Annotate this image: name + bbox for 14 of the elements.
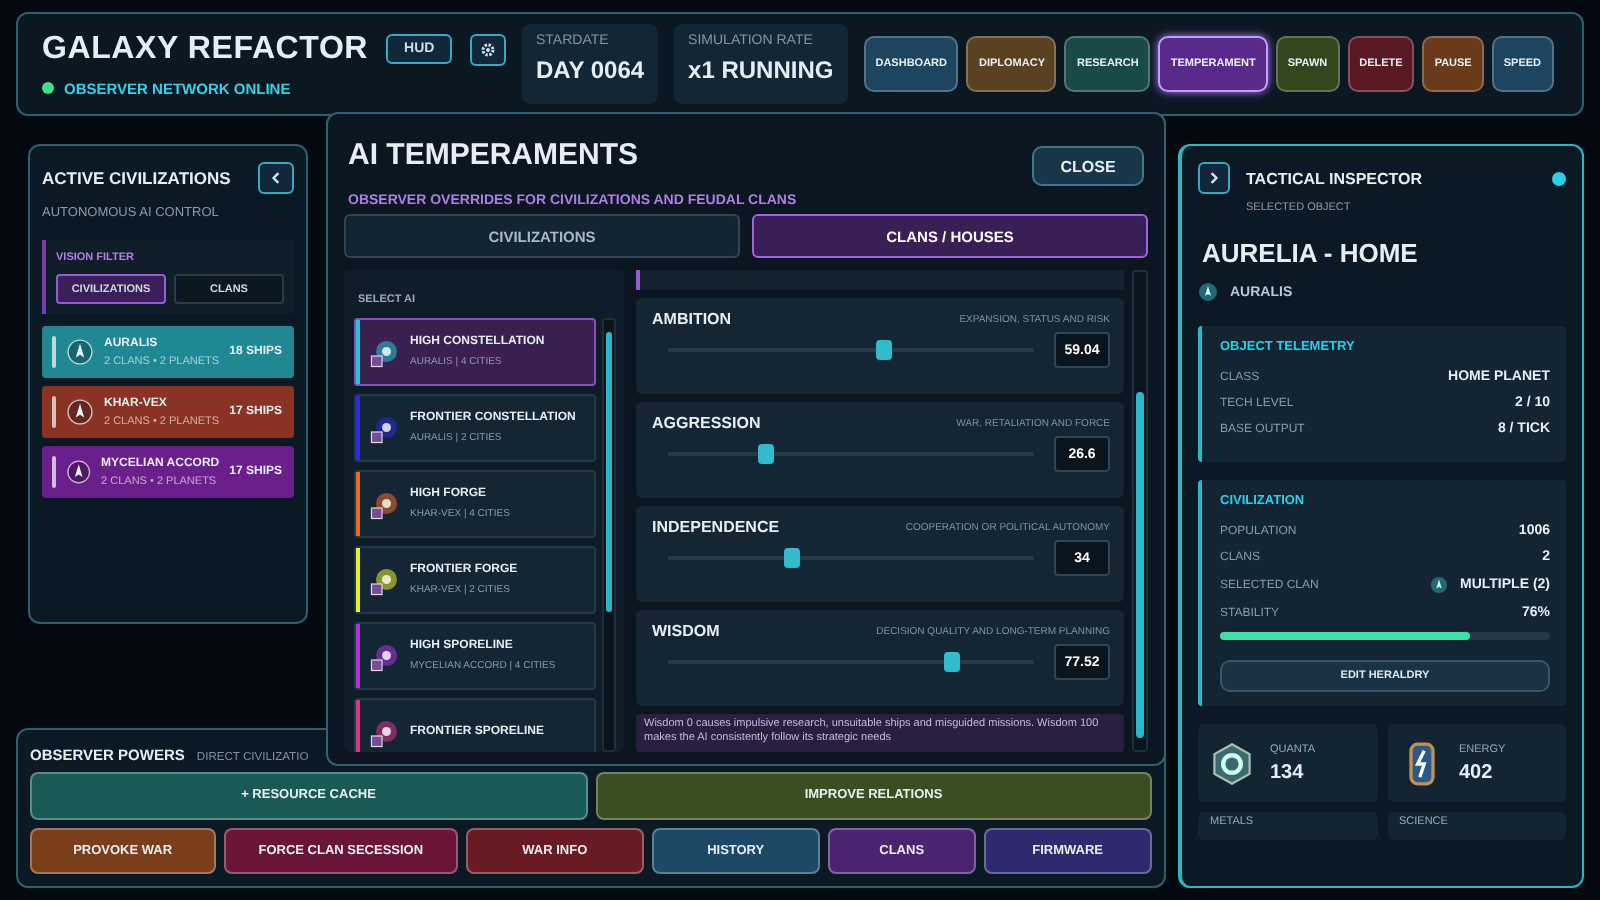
trait-name: AMBITION: [652, 310, 732, 328]
resource-value: 402: [1459, 761, 1495, 783]
trait-name: INDEPENDENCE: [652, 518, 780, 536]
trait-name: AGGRESSION: [652, 414, 761, 432]
app-title: GALAXY REFACTOR: [42, 31, 369, 67]
resource-value: 134: [1270, 761, 1306, 783]
panel-title: ACTIVE CIVILIZATIONS: [42, 168, 231, 188]
object-name: AURELIA - HOME: [1202, 238, 1420, 268]
panel-title: TACTICAL INSPECTOR: [1246, 169, 1425, 187]
trait-name: WISDOM: [652, 622, 720, 640]
modal-title: AI TEMPERAMENTS: [348, 138, 639, 172]
close-button[interactable]: CLOSE: [1032, 146, 1144, 186]
readout-value: x1 RUNNING: [688, 56, 834, 84]
readout-value: DAY 0064: [536, 56, 645, 84]
